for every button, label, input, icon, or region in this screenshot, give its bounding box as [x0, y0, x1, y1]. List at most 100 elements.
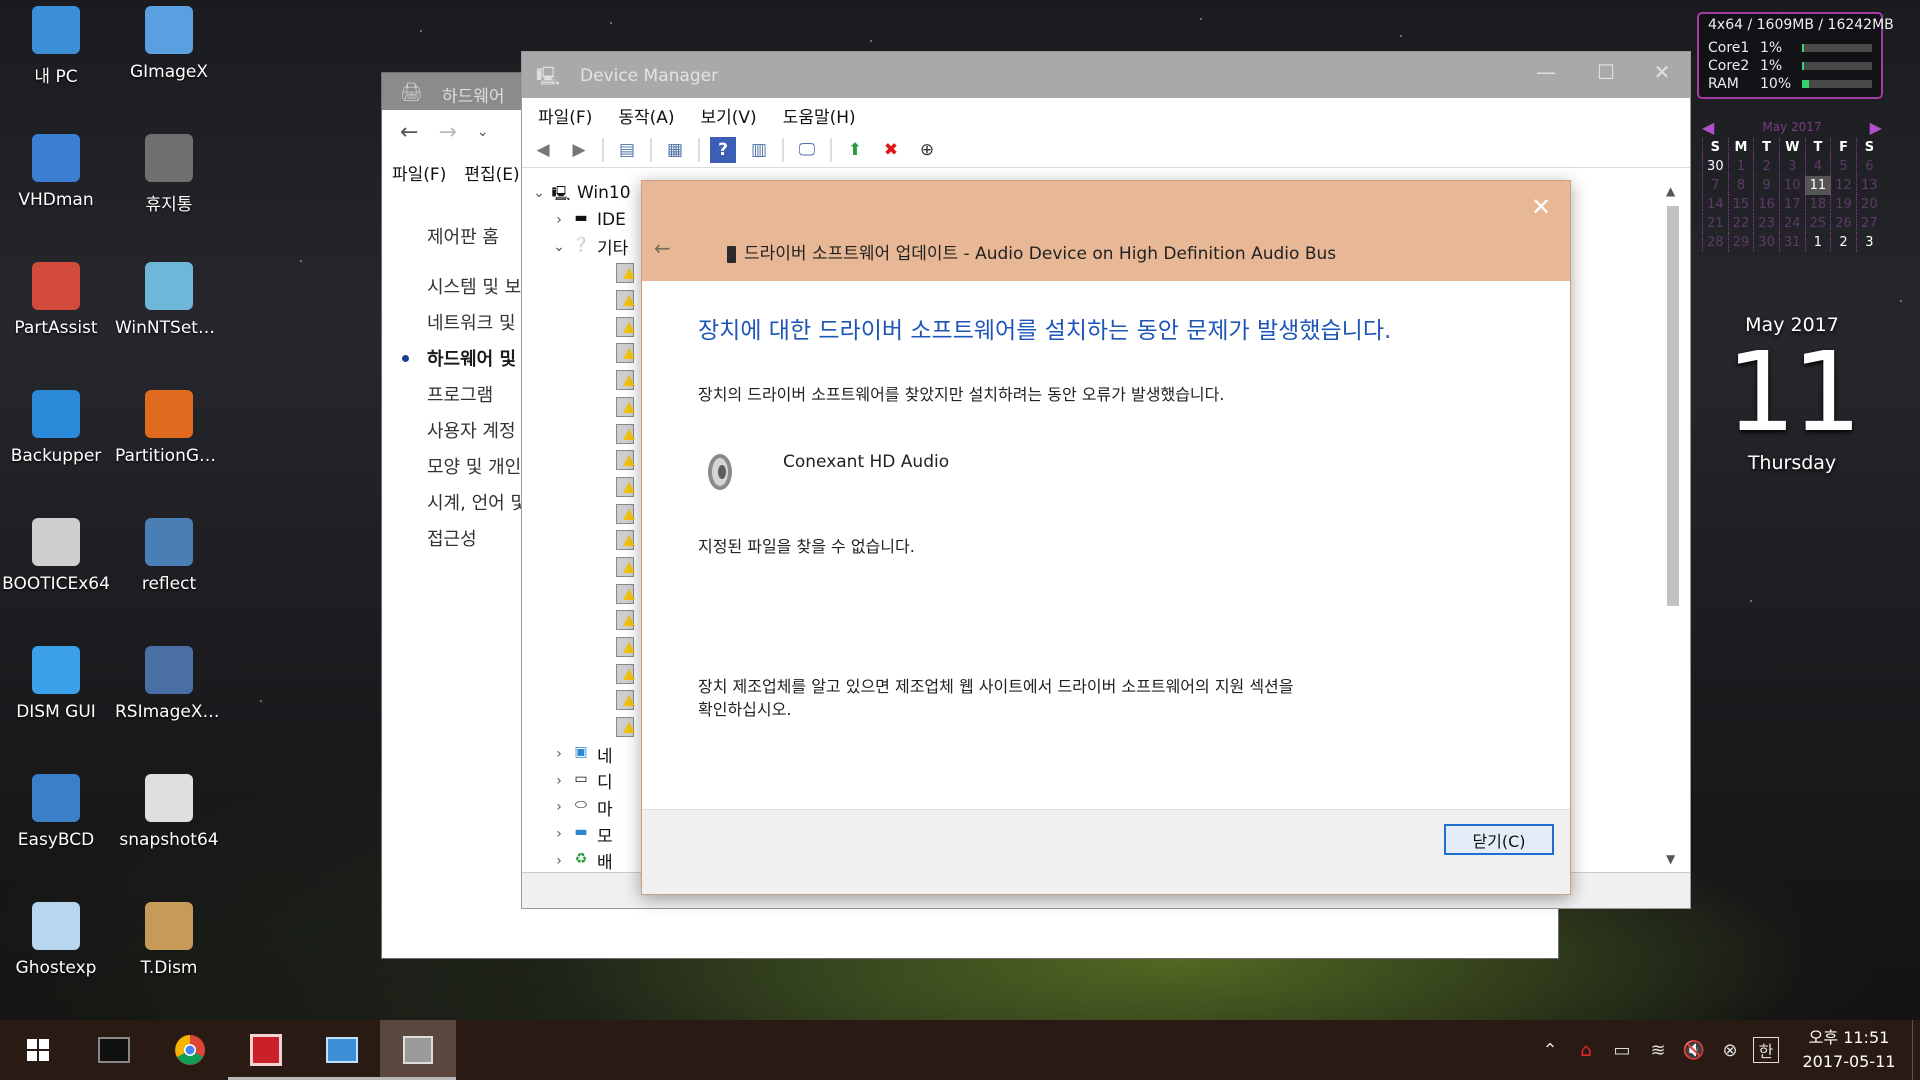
- tree-row-unknown-device[interactable]: [528, 447, 641, 474]
- tree-node-ide[interactable]: › ▬ IDE: [528, 207, 641, 234]
- sidebar-item-programs[interactable]: 프로그램: [427, 376, 527, 412]
- menu-action[interactable]: 동작(A): [618, 103, 674, 128]
- desktop-icon[interactable]: GImageX: [113, 0, 225, 118]
- desktop-icon[interactable]: T.Dism: [113, 896, 225, 1014]
- tree-row-unknown-device[interactable]: [528, 287, 641, 314]
- calendar-day[interactable]: 14: [1702, 195, 1729, 214]
- tree-row-unknown-device[interactable]: [528, 420, 641, 447]
- tree-node-battery[interactable]: › ♻ 배: [528, 847, 641, 870]
- sidebar-item-hardware[interactable]: 하드웨어 및: [402, 340, 527, 376]
- show-hide-tree-icon[interactable]: ▤: [614, 137, 640, 163]
- desktop-icon[interactable]: DISM GUI: [0, 640, 112, 758]
- desktop-icon[interactable]: WinNTSetu...: [113, 256, 225, 374]
- calendar-day[interactable]: 22: [1727, 214, 1754, 233]
- calendar-day[interactable]: 4: [1804, 157, 1831, 176]
- tree-node-network[interactable]: › ▣ 네: [528, 741, 641, 768]
- calendar-day[interactable]: 26: [1830, 214, 1857, 233]
- calendar-day[interactable]: 3: [1778, 157, 1806, 176]
- properties-icon[interactable]: ▦: [662, 137, 688, 163]
- uninstall-icon[interactable]: ✖: [878, 137, 904, 163]
- calendar-day[interactable]: 2: [1830, 233, 1857, 252]
- tree-row-unknown-device[interactable]: [528, 313, 641, 340]
- calendar-day[interactable]: 25: [1804, 214, 1831, 233]
- calendar-day[interactable]: 10: [1778, 176, 1806, 195]
- scan-hardware-icon[interactable]: 🖵: [794, 137, 820, 163]
- dialog-close-icon[interactable]: ✕: [1526, 193, 1556, 223]
- calendar-day[interactable]: 20: [1855, 195, 1882, 214]
- calendar-day[interactable]: 29: [1727, 233, 1754, 252]
- scrollbar-thumb[interactable]: [1667, 206, 1679, 606]
- calendar-day[interactable]: 15: [1727, 195, 1754, 214]
- sidebar-item-clock[interactable]: 시계, 언어 및: [427, 484, 527, 520]
- calendar-day[interactable]: 2: [1753, 157, 1780, 176]
- prev-month-icon[interactable]: ◀: [1702, 118, 1714, 137]
- forward-icon[interactable]: ▶: [566, 137, 592, 163]
- desktop-icon[interactable]: snapshot64: [113, 768, 225, 886]
- calendar-day[interactable]: 23: [1753, 214, 1780, 233]
- taskbar-app-red[interactable]: [228, 1020, 304, 1080]
- disable-icon[interactable]: ⊕: [914, 137, 940, 163]
- calendar-day[interactable]: 5: [1830, 157, 1857, 176]
- desktop-icon[interactable]: Ghostexp: [0, 896, 112, 1014]
- sidebar-item-network[interactable]: 네트워크 및: [427, 304, 527, 340]
- calendar-day[interactable]: 30: [1702, 157, 1729, 176]
- calendar-day[interactable]: 21: [1702, 214, 1729, 233]
- taskbar-chrome[interactable]: [152, 1020, 228, 1080]
- tree-row-unknown-device[interactable]: [528, 714, 641, 741]
- sidebar-item-accessibility[interactable]: 접근성: [427, 520, 527, 556]
- calendar-day[interactable]: 1: [1727, 157, 1754, 176]
- desktop-icon[interactable]: VHDman: [0, 128, 112, 246]
- desktop-icon[interactable]: reflect: [113, 512, 225, 630]
- tree-row-unknown-device[interactable]: [528, 474, 641, 501]
- tree-row-unknown-device[interactable]: [528, 580, 641, 607]
- tree-row-unknown-device[interactable]: [528, 607, 641, 634]
- calendar-day[interactable]: 19: [1830, 195, 1857, 214]
- view-icon[interactable]: ▥: [746, 137, 772, 163]
- desktop-icon[interactable]: 내 PC: [0, 0, 112, 118]
- notification-x-icon[interactable]: ⊗: [1712, 1040, 1748, 1061]
- tree-row-unknown-device[interactable]: [528, 260, 641, 287]
- maximize-button[interactable]: ☐: [1586, 60, 1626, 88]
- chevron-down-icon[interactable]: ⌄: [477, 124, 489, 140]
- calendar-day[interactable]: 24: [1778, 214, 1806, 233]
- calendar-today[interactable]: 11: [1804, 176, 1831, 195]
- tree-row-unknown-device[interactable]: [528, 500, 641, 527]
- calendar-day[interactable]: 13: [1855, 176, 1882, 195]
- chevron-right-icon[interactable]: ›: [548, 746, 570, 762]
- desktop-icon[interactable]: PartAssist: [0, 256, 112, 374]
- tree-row-unknown-device[interactable]: [528, 394, 641, 421]
- driver-update-dialog[interactable]: ✕ ← 드라이버 소프트웨어 업데이트 - Audio Device on Hi…: [641, 180, 1571, 895]
- calendar-day[interactable]: 30: [1753, 233, 1780, 252]
- calendar-day[interactable]: 1: [1804, 233, 1831, 252]
- chevron-right-icon[interactable]: ›: [548, 853, 570, 869]
- tree-row-unknown-device[interactable]: [528, 367, 641, 394]
- tree-node-other[interactable]: ⌄ ❔ 기타: [528, 233, 641, 260]
- tree-node-monitor[interactable]: › ▬ 모: [528, 821, 641, 848]
- tree-row-unknown-device[interactable]: [528, 527, 641, 554]
- tree-row-unknown-device[interactable]: [528, 554, 641, 581]
- taskbar-app-panel[interactable]: [304, 1020, 380, 1080]
- scroll-down-icon[interactable]: ▼: [1666, 852, 1675, 866]
- sidebar-item-home[interactable]: 제어판 홈: [427, 218, 527, 254]
- calendar-day[interactable]: 12: [1830, 176, 1857, 195]
- show-desktop-button[interactable]: [1912, 1020, 1920, 1080]
- desktop-icon[interactable]: RSImageX2...: [113, 640, 225, 758]
- calendar-day[interactable]: 18: [1804, 195, 1831, 214]
- update-driver-icon[interactable]: ⬆: [842, 137, 868, 163]
- calendar-day[interactable]: 27: [1855, 214, 1882, 233]
- device-manager-titlebar[interactable]: 🖳 Device Manager — ☐ ✕: [522, 52, 1690, 98]
- taskbar-monitor-app[interactable]: [76, 1020, 152, 1080]
- calendar-day[interactable]: 6: [1855, 157, 1882, 176]
- calendar-day[interactable]: 16: [1753, 195, 1780, 214]
- close-dialog-button[interactable]: 닫기(C): [1444, 824, 1554, 855]
- device-tree-scrollbar[interactable]: ▲ ▼: [1664, 180, 1682, 870]
- wifi-icon[interactable]: ≋: [1640, 1040, 1676, 1061]
- calendar-day[interactable]: 3: [1855, 233, 1882, 252]
- chevron-right-icon[interactable]: ›: [548, 799, 570, 815]
- minimize-button[interactable]: —: [1526, 60, 1566, 88]
- calendar-day[interactable]: 31: [1778, 233, 1806, 252]
- dialog-titlebar[interactable]: ✕ ← 드라이버 소프트웨어 업데이트 - Audio Device on Hi…: [642, 181, 1570, 281]
- calendar-day[interactable]: 28: [1702, 233, 1729, 252]
- menu-file[interactable]: 파일(F): [538, 103, 592, 128]
- next-month-icon[interactable]: ▶: [1870, 118, 1882, 137]
